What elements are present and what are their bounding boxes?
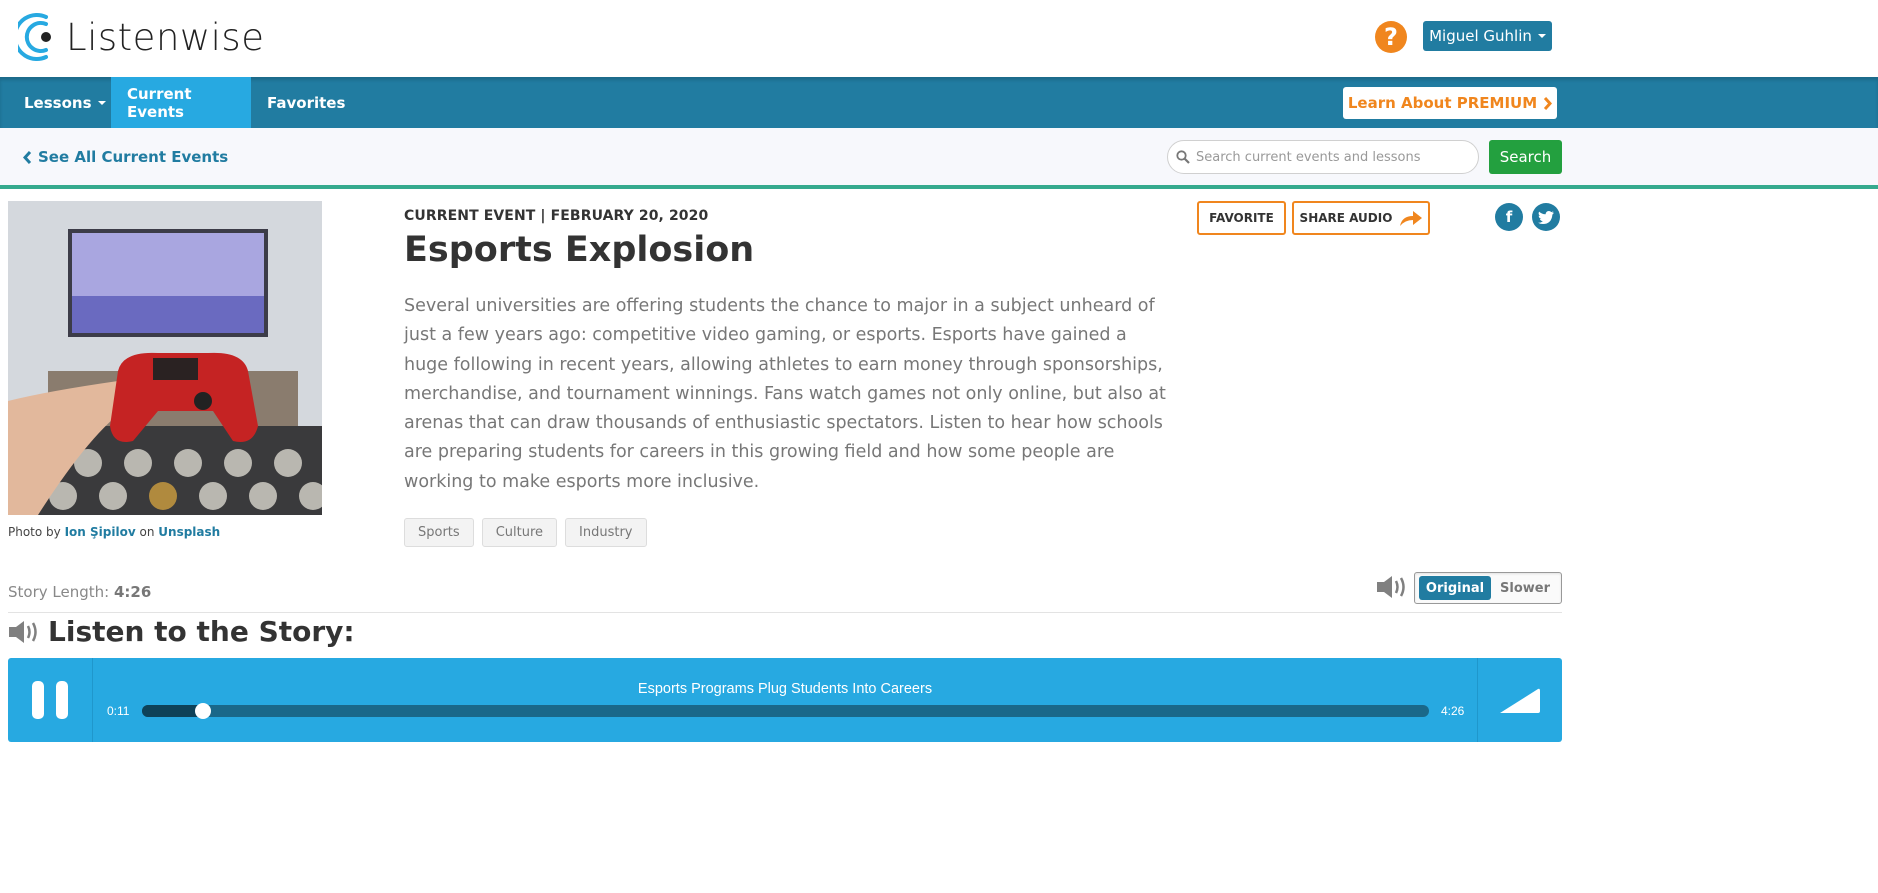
photo-illustration (8, 201, 322, 515)
story-length-label: Story Length: (8, 583, 110, 601)
speed-slower-button[interactable]: Slower (1491, 576, 1559, 600)
article-title: Esports Explosion (404, 230, 755, 270)
story-length: Story Length: 4:26 (8, 583, 151, 601)
listen-heading: Listen to the Story: (8, 615, 355, 648)
tag-sports[interactable]: Sports (404, 518, 474, 547)
logo-waves-icon (18, 13, 51, 61)
track-title: Esports Programs Plug Students Into Care… (637, 681, 933, 697)
caption-mid: on (139, 525, 155, 539)
nav-current-events-label: Current Events (127, 84, 192, 121)
nav-favorites[interactable]: Favorites (251, 77, 361, 128)
favorite-button[interactable]: FAVORITE (1197, 201, 1286, 235)
progress-slider[interactable] (142, 703, 1429, 719)
user-name: Miguel Guhlin (1429, 27, 1532, 45)
user-menu-button[interactable]: Miguel Guhlin (1423, 21, 1552, 51)
share-audio-label: SHARE AUDIO (1299, 211, 1393, 225)
total-time: 4:26 (1441, 704, 1465, 718)
tag-list: Sports Culture Industry (404, 518, 647, 547)
sub-bar: See All Current Events Search (0, 128, 1878, 186)
photo-credit: Photo by Ion Şipilov on Unsplash (8, 525, 220, 539)
facebook-share-button[interactable]: f (1495, 203, 1523, 231)
premium-label: Learn About PREMIUM (1347, 94, 1538, 112)
chevron-left-icon (23, 150, 32, 164)
facebook-icon: f (1505, 208, 1513, 226)
story-photo (8, 201, 322, 515)
search-icon (1176, 150, 1190, 164)
listenwise-logo[interactable]: Listenwise (18, 10, 264, 64)
pause-button[interactable] (8, 658, 93, 742)
caret-down-icon (97, 100, 106, 105)
section-divider (0, 185, 1878, 189)
speed-original-button[interactable]: Original (1419, 576, 1491, 600)
listen-heading-text: Listen to the Story: (48, 615, 355, 648)
share-audio-button[interactable]: SHARE AUDIO (1292, 201, 1430, 235)
current-time: 0:11 (107, 704, 130, 718)
question-circle-icon: ? (1384, 23, 1398, 51)
search-button[interactable]: Search (1489, 140, 1562, 174)
article-eyebrow: CURRENT EVENT | FEBRUARY 20, 2020 (404, 208, 709, 224)
speed-toggle: Original Slower (1414, 572, 1562, 604)
photo-author-link[interactable]: Ion Şipilov (65, 525, 136, 539)
speaker-icon (1377, 576, 1405, 598)
nav-favorites-label: Favorites (267, 93, 346, 112)
nav-lessons[interactable]: Lessons (8, 77, 122, 128)
nav-lessons-label: Lessons (24, 93, 92, 112)
volume-icon (1500, 688, 1540, 713)
pause-icon-bar (32, 681, 44, 719)
caret-down-icon (1537, 34, 1546, 38)
search-input[interactable] (1196, 149, 1466, 165)
volume-button[interactable] (1477, 658, 1562, 742)
search-field[interactable] (1167, 140, 1479, 174)
speaker-icon (9, 620, 37, 643)
twitter-share-button[interactable] (1532, 203, 1560, 231)
learn-premium-button[interactable]: Learn About PREMIUM (1343, 87, 1557, 119)
help-button[interactable]: ? (1375, 21, 1407, 53)
divider (8, 612, 1562, 613)
chevron-right-icon (1544, 96, 1553, 110)
share-arrow-icon (1400, 211, 1423, 226)
tag-culture[interactable]: Culture (481, 518, 558, 547)
top-header: Listenwise ? Miguel Guhlin (0, 0, 1878, 77)
see-all-current-events-link[interactable]: See All Current Events (23, 148, 228, 166)
article-description: Several universities are offering studen… (404, 296, 1166, 492)
story-length-value: 4:26 (113, 583, 152, 601)
photo-source-link[interactable]: Unsplash (158, 525, 220, 539)
pause-icon-bar (56, 681, 68, 719)
logo-text: Listenwise (66, 15, 265, 59)
progress-fill (142, 705, 203, 717)
nav-current-events[interactable]: Current Events (111, 77, 251, 128)
see-all-label: See All Current Events (38, 148, 229, 166)
audio-player: Esports Programs Plug Students Into Care… (8, 658, 1562, 742)
twitter-icon (1538, 210, 1554, 224)
main-nav: Lessons Current Events Favorites Learn A… (0, 77, 1878, 128)
caption-prefix: Photo by (8, 525, 61, 539)
progress-handle[interactable] (195, 703, 211, 719)
tag-industry[interactable]: Industry (565, 518, 647, 547)
